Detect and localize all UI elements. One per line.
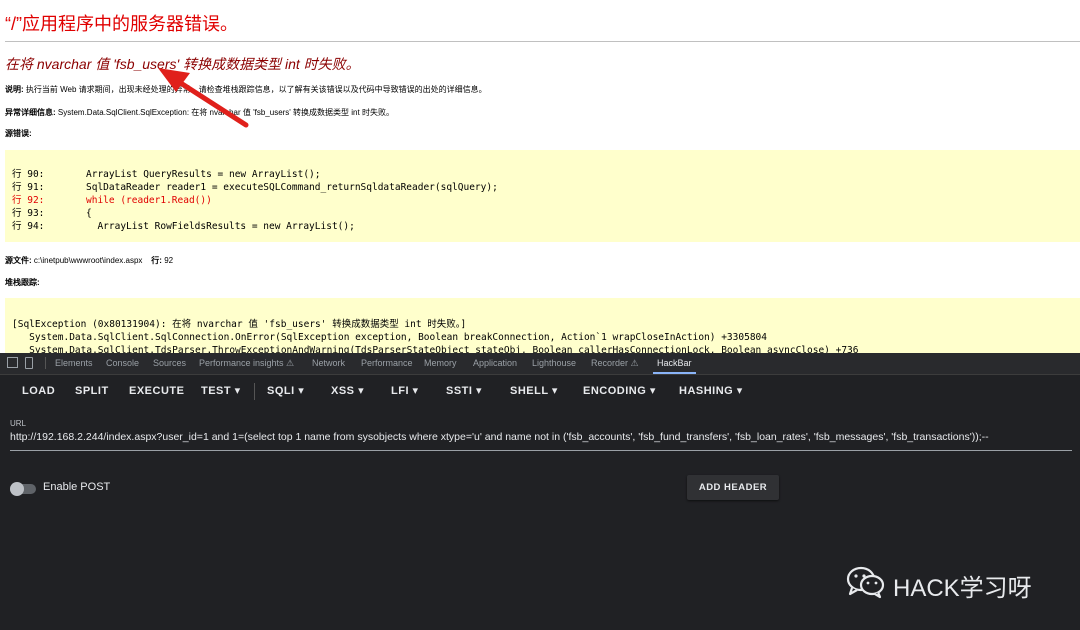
source-file-path: c:\inetpub\wwwroot\index.aspx [33, 256, 143, 265]
code-line-number: 行 94: [12, 221, 45, 232]
stack-trace-box: [SqlException (0x80131904): 在将 nvarchar … [5, 298, 1080, 353]
tab-elements[interactable]: Elements [55, 353, 93, 374]
url-label: URL [10, 419, 27, 428]
page-title: “/”应用程序中的服务器错误。 [5, 14, 238, 34]
encoding-menu-button[interactable]: ENCODING ▾ [583, 375, 656, 408]
inspect-element-icon[interactable] [7, 357, 18, 368]
code-line-number: 行 92: [12, 195, 45, 206]
code-line-highlighted: 行 92: while (reader1.Read()) [12, 194, 212, 207]
source-line-label: 行: [151, 256, 162, 265]
hackbar-toolbar: LOAD SPLIT EXECUTE TEST ▾ SQLI ▾ XSS ▾ L… [0, 375, 1080, 408]
toggle-knob [10, 482, 24, 496]
devtools-tab-bar: Elements Console Sources Performance ins… [0, 353, 1080, 375]
exception-line: 异常详细信息: System.Data.SqlClient.SqlExcepti… [5, 107, 394, 118]
code-line-text: ArrayList QueryResults = new ArrayList()… [86, 169, 321, 180]
source-file-line: 源文件: c:\inetpub\wwwroot\index.aspx 行: 92 [5, 255, 173, 266]
device-toolbar-icon[interactable] [25, 357, 33, 369]
tab-performance-insights[interactable]: Performance insights ⚠ [199, 353, 294, 374]
test-menu-button[interactable]: TEST ▾ [201, 375, 241, 408]
tab-separator [45, 357, 46, 369]
code-line-text: { [86, 208, 92, 219]
code-line-number: 行 91: [12, 182, 45, 193]
description-label: 说明: [5, 85, 24, 94]
stack-line: System.Data.SqlClient.TdsParser.ThrowExc… [12, 345, 859, 353]
code-line: 行 91: SqlDataReader reader1 = executeSQLC… [12, 181, 498, 194]
tab-performance[interactable]: Performance [361, 353, 413, 374]
watermark-text: HACK学习呀 [893, 575, 1032, 602]
xss-menu-button[interactable]: XSS ▾ [331, 375, 364, 408]
url-input[interactable]: http://192.168.2.244/index.aspx?user_id=… [10, 431, 1075, 443]
execute-button[interactable]: EXECUTE [129, 375, 184, 408]
split-button[interactable]: SPLIT [75, 375, 109, 408]
source-error-label: 源错误: [5, 129, 32, 138]
tab-memory[interactable]: Memory [424, 353, 457, 374]
code-line-number: 行 93: [12, 208, 45, 219]
code-line-text: ArrayList RowFieldsResults = new ArrayLi… [86, 221, 355, 232]
lfi-menu-button[interactable]: LFI ▾ [391, 375, 419, 408]
code-line-text: while (reader1.Read()) [86, 195, 212, 206]
tab-network[interactable]: Network [312, 353, 345, 374]
source-line-number: 92 [164, 256, 174, 265]
enable-post-toggle[interactable] [10, 482, 36, 496]
source-error-heading: 源错误: [5, 128, 32, 139]
source-file-label: 源文件: [5, 256, 32, 265]
description-text: 执行当前 Web 请求期间，出现未经处理的异常。请检查堆栈跟踪信息，以了解有关该… [25, 85, 487, 94]
wechat-icon [846, 566, 885, 599]
add-header-button[interactable]: ADD HEADER [687, 475, 779, 500]
devtools-panel: Elements Console Sources Performance ins… [0, 353, 1080, 630]
tab-lighthouse[interactable]: Lighthouse [532, 353, 576, 374]
tab-sources[interactable]: Sources [153, 353, 186, 374]
stack-trace-heading: 堆栈跟踪: [5, 277, 40, 288]
hashing-menu-button[interactable]: HASHING ▾ [679, 375, 743, 408]
tab-hackbar[interactable]: HackBar [653, 353, 695, 374]
code-line: 行 94: ArrayList RowFieldsResults = new A… [12, 220, 355, 233]
toolbar-divider [254, 383, 255, 400]
stack-trace-label: 堆栈跟踪: [5, 278, 40, 287]
source-code-box: 行 90: ArrayList QueryResults = new ArrayL… [5, 150, 1080, 242]
sqli-menu-button[interactable]: SQLI ▾ [267, 375, 304, 408]
code-line: 行 90: ArrayList QueryResults = new ArrayL… [12, 168, 321, 181]
shell-menu-button[interactable]: SHELL ▾ [510, 375, 558, 408]
tab-application[interactable]: Application [473, 353, 517, 374]
tab-console[interactable]: Console [106, 353, 139, 374]
watermark: HACK学习呀 [846, 563, 1056, 603]
exception-text: System.Data.SqlClient.SqlException: 在将 n… [57, 108, 394, 117]
exception-label: 异常详细信息: [5, 108, 56, 117]
ssti-menu-button[interactable]: SSTI ▾ [446, 375, 482, 408]
enable-post-label: Enable POST [43, 481, 111, 493]
code-line-text: SqlDataReader reader1 = executeSQLComman… [86, 182, 498, 193]
stack-line: [SqlException (0x80131904): 在将 nvarchar … [12, 319, 467, 330]
error-page: “/”应用程序中的服务器错误。 在将 nvarchar 值 'fsb_users… [0, 0, 1080, 353]
load-button[interactable]: LOAD [22, 375, 55, 408]
description-line: 说明: 执行当前 Web 请求期间，出现未经处理的异常。请检查堆栈跟踪信息，以了… [5, 84, 487, 95]
stack-line: System.Data.SqlClient.SqlConnection.OnEr… [12, 332, 767, 343]
tab-recorder[interactable]: Recorder ⚠ [591, 353, 639, 374]
title-divider [5, 41, 1080, 42]
error-message: 在将 nvarchar 值 'fsb_users' 转换成数据类型 int 时失… [5, 56, 360, 72]
url-underline [10, 450, 1072, 451]
code-line: 行 93: { [12, 207, 92, 220]
code-line-number: 行 90: [12, 169, 45, 180]
